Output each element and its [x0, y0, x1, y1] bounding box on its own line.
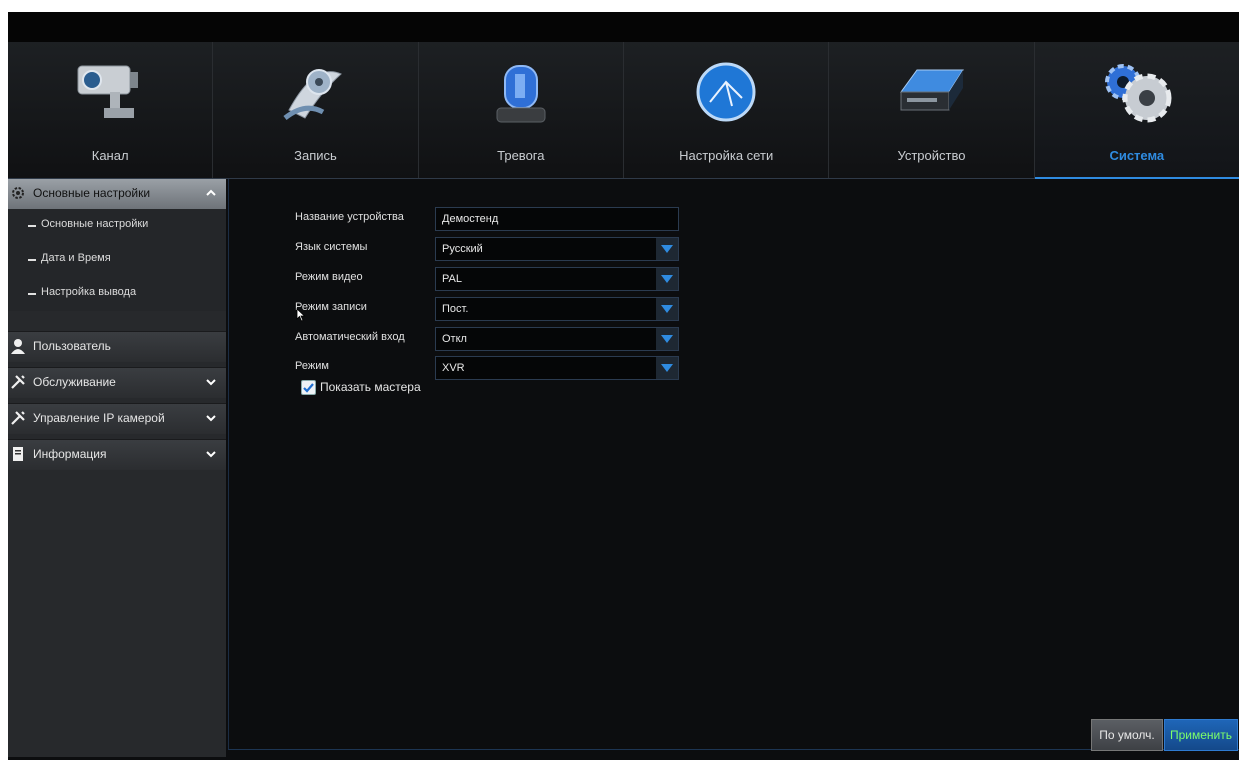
top-bar [8, 12, 1239, 42]
user-icon [11, 339, 25, 354]
mouse-cursor-icon [296, 308, 306, 322]
chevron-down-icon [206, 451, 216, 458]
sidebar-section-label: Основные настройки [33, 186, 151, 200]
chevron-up-icon [206, 189, 216, 196]
tab-label: Устройство [897, 148, 966, 163]
chevron-down-icon [206, 415, 216, 422]
checkbox-box[interactable] [301, 380, 316, 395]
video-mode-value: PAL [442, 273, 462, 285]
sidebar-item-label: Настройка вывода [41, 286, 137, 298]
mode-value: XVR [442, 362, 465, 374]
default-button[interactable]: По умолч. [1091, 719, 1163, 751]
sidebar-section-user[interactable]: Пользователь [8, 331, 226, 362]
sidebar-section-information[interactable]: Информация [8, 439, 226, 470]
record-mode-label: Режим записи [295, 301, 367, 313]
tab-label: Тревога [497, 148, 545, 163]
sidebar-section-label: Управление IP камерой [33, 411, 165, 425]
gear-icon [12, 187, 24, 199]
tab-label: Настройка сети [679, 148, 774, 163]
apply-button[interactable]: Применить [1164, 719, 1238, 751]
record-mode-value: Пост. [442, 303, 469, 315]
chevron-down-icon [206, 379, 216, 386]
device-name-label: Название устройства [295, 211, 404, 223]
sidebar-section-ip-camera[interactable]: Управление IP камерой [8, 403, 226, 434]
tools-icon [11, 411, 25, 425]
language-label: Язык системы [295, 241, 368, 253]
info-icon [13, 447, 23, 461]
film-reel-icon [283, 69, 343, 120]
settings-panel: Название устройства Демостенд Язык систе… [228, 179, 1239, 750]
tab-label: Система [1109, 148, 1165, 163]
sidebar: Основные настройки Основные настройки Да… [8, 179, 226, 757]
dvr-screen: Канал Запись Тревога Настройка сети Устр… [8, 12, 1239, 760]
sidebar-item-basic-settings[interactable]: Основные настройки [8, 209, 226, 243]
auto-login-label: Автоматический вход [295, 331, 405, 343]
bullet-dash [28, 259, 36, 261]
sidebar-section-basic-settings[interactable]: Основные настройки [8, 179, 226, 209]
main-tabs: Канал Запись Тревога Настройка сети Устр… [8, 42, 1239, 179]
dropdown-arrow-icon[interactable] [656, 357, 678, 379]
video-mode-select[interactable]: PAL [435, 267, 679, 291]
gears-icon [1104, 64, 1172, 123]
sidebar-item-label: Дата и Время [41, 252, 111, 264]
bullet-dash [28, 225, 36, 227]
tab-device[interactable]: Устройство [829, 42, 1035, 178]
bullet-dash [28, 293, 36, 295]
tab-network[interactable]: Настройка сети [624, 42, 830, 178]
tab-label: Канал [91, 148, 129, 163]
mode-label: Режим [295, 360, 329, 372]
language-select[interactable]: Русский [435, 237, 679, 261]
language-value: Русский [442, 243, 483, 255]
network-globe-icon [696, 62, 756, 122]
sidebar-section-label: Пользователь [33, 339, 111, 353]
tools-icon [11, 375, 25, 389]
hard-drive-icon [900, 69, 965, 111]
sidebar-section-maintenance[interactable]: Обслуживание [8, 367, 226, 398]
mode-select[interactable]: XVR [435, 356, 679, 380]
tab-record[interactable]: Запись [213, 42, 419, 178]
camera-icon [77, 65, 139, 118]
dropdown-arrow-icon[interactable] [656, 298, 678, 320]
dropdown-arrow-icon[interactable] [656, 328, 678, 350]
show-wizard-label: Показать мастера [320, 380, 421, 394]
dropdown-arrow-icon[interactable] [656, 238, 678, 260]
dropdown-arrow-icon[interactable] [656, 268, 678, 290]
sidebar-section-label: Информация [33, 447, 107, 461]
tab-channel[interactable]: Канал [8, 42, 214, 178]
device-name-field[interactable]: Демостенд [435, 207, 679, 231]
tab-system[interactable]: Система [1034, 42, 1239, 179]
device-name-value: Демостенд [442, 213, 499, 225]
alarm-siren-icon [496, 65, 546, 123]
video-mode-label: Режим видео [295, 271, 363, 283]
tab-label: Запись [294, 148, 337, 163]
auto-login-value: Откл [442, 333, 467, 345]
auto-login-select[interactable]: Откл [435, 327, 679, 351]
checkmark-icon [303, 383, 314, 393]
sidebar-section-label: Обслуживание [33, 375, 116, 389]
sidebar-item-label: Основные настройки [41, 218, 149, 230]
sidebar-item-output-settings[interactable]: Настройка вывода [8, 277, 226, 311]
record-mode-select[interactable]: Пост. [435, 297, 679, 321]
sidebar-item-date-time[interactable]: Дата и Время [8, 243, 226, 277]
tab-alarm[interactable]: Тревога [419, 42, 624, 178]
